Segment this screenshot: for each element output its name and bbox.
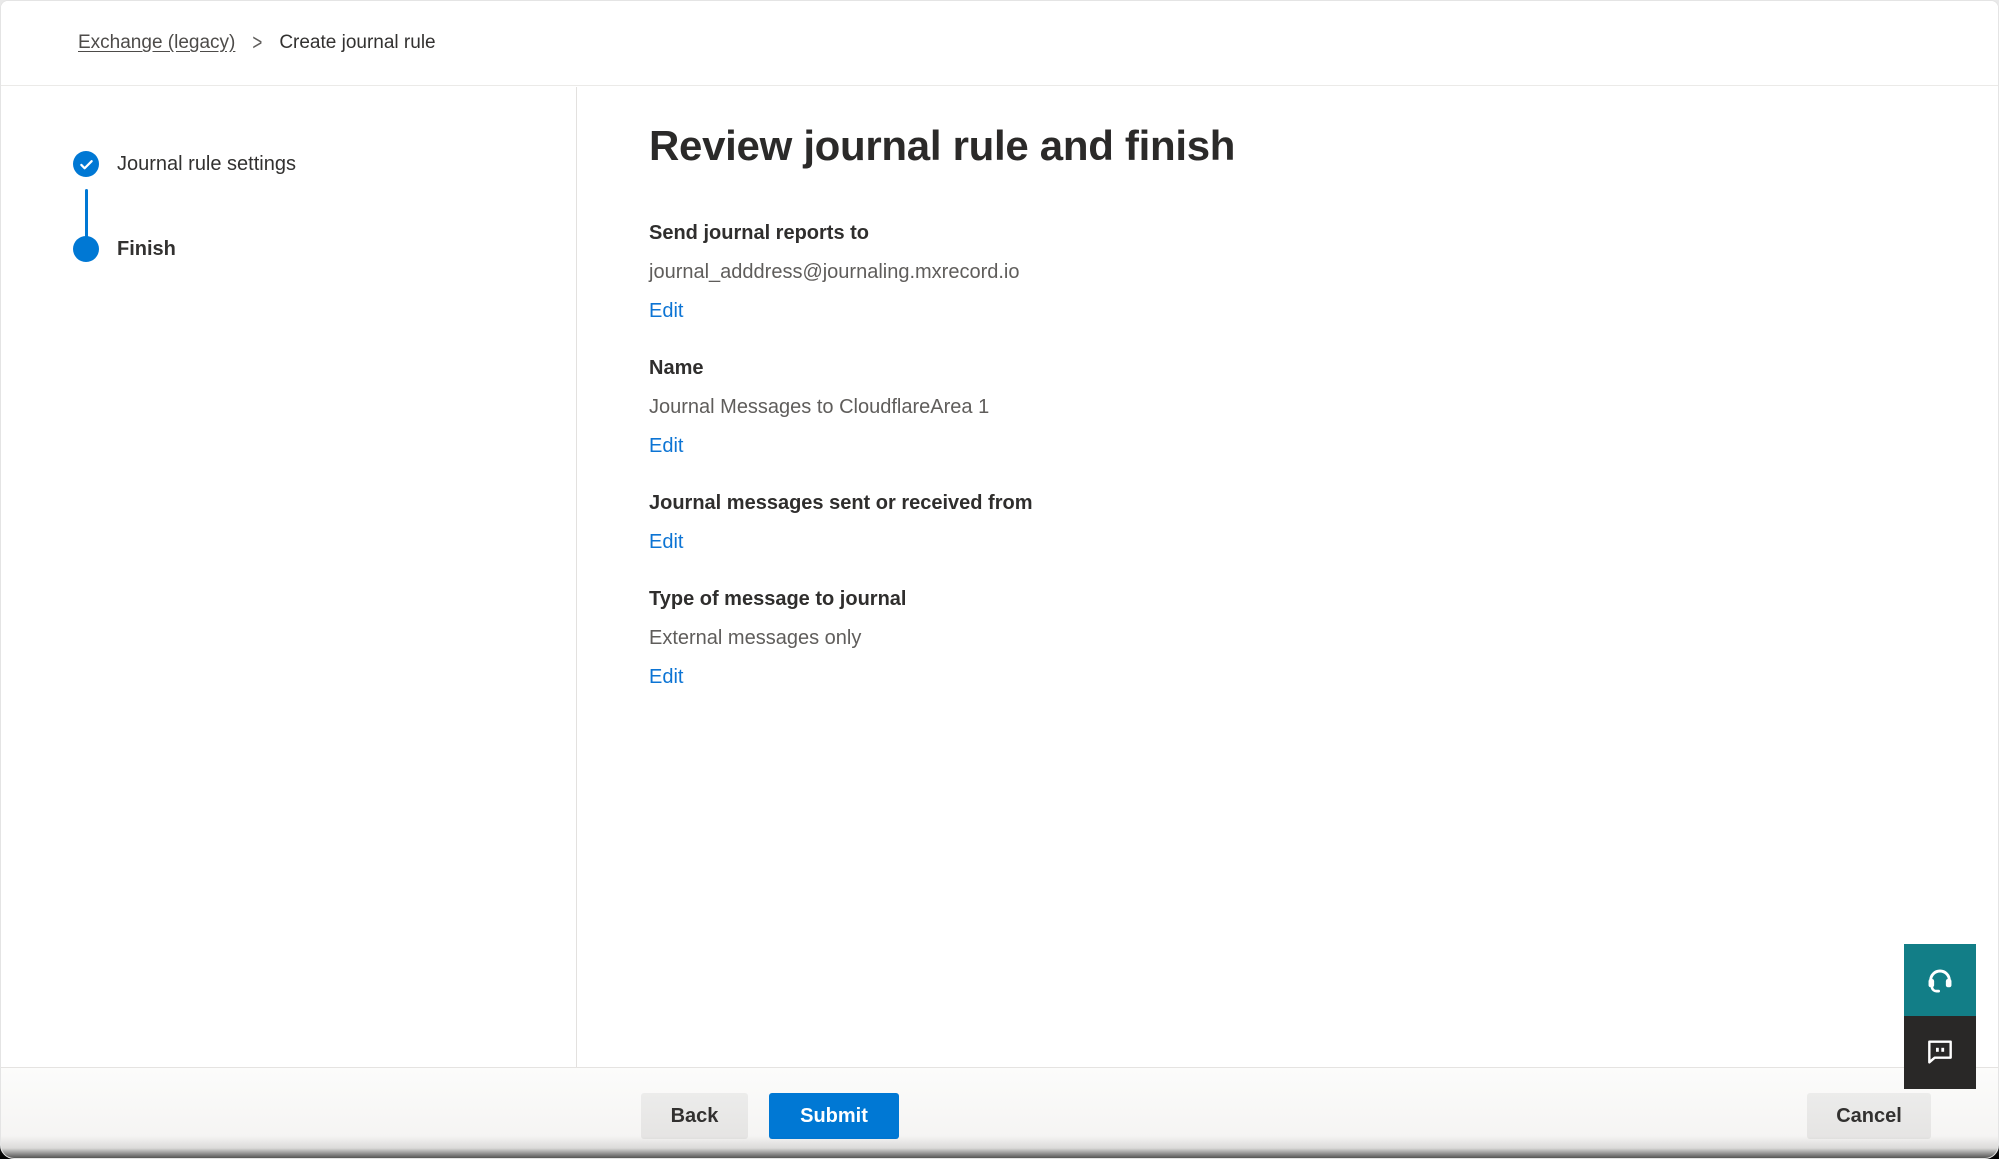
back-button[interactable]: Back: [641, 1093, 748, 1139]
wizard-step-journal-rule-settings[interactable]: Journal rule settings: [73, 151, 296, 177]
breadcrumb: Exchange (legacy) > Create journal rule: [1, 1, 1998, 86]
breadcrumb-exchange-legacy-link[interactable]: Exchange (legacy): [78, 32, 235, 54]
cancel-button[interactable]: Cancel: [1807, 1093, 1931, 1139]
rule-name-value: Journal Messages to CloudflareArea 1: [649, 393, 1938, 421]
help-button[interactable]: [1904, 944, 1976, 1016]
feedback-icon: [1924, 1035, 1956, 1070]
step-label: Journal rule settings: [117, 153, 296, 176]
feedback-button[interactable]: [1904, 1016, 1976, 1089]
section-send-journal-reports-to: Send journal reports to journal_adddress…: [649, 219, 1938, 325]
exchange-admin-window: Exchange (legacy) > Create journal rule …: [0, 0, 1999, 1159]
section-name: Name Journal Messages to CloudflareArea …: [649, 354, 1938, 460]
side-widgets: [1904, 944, 1976, 1089]
headset-icon: [1924, 963, 1956, 998]
submit-button[interactable]: Submit: [769, 1093, 899, 1139]
review-panel: Review journal rule and finish Send jour…: [578, 87, 1998, 1067]
check-icon: [73, 151, 99, 177]
edit-scope-link[interactable]: Edit: [649, 528, 683, 556]
chevron-right-icon: >: [252, 30, 262, 57]
review-sections: Send journal reports to journal_adddress…: [649, 219, 1938, 691]
message-type-value: External messages only: [649, 624, 1938, 652]
edit-name-link[interactable]: Edit: [649, 432, 683, 460]
edit-send-journal-reports-link[interactable]: Edit: [649, 297, 683, 325]
edit-message-type-link[interactable]: Edit: [649, 663, 683, 691]
wizard-step-finish[interactable]: Finish: [73, 236, 176, 262]
filled-dot-icon: [73, 236, 99, 262]
section-label: Send journal reports to: [649, 219, 1938, 247]
section-label: Name: [649, 354, 1938, 382]
page-title: Review journal rule and finish: [649, 121, 1938, 171]
section-type-of-message: Type of message to journal External mess…: [649, 585, 1938, 691]
section-label: Type of message to journal: [649, 585, 1938, 613]
journal-report-address-value: journal_adddress@journaling.mxrecord.io: [649, 258, 1938, 286]
footer-action-bar: Back Submit Cancel: [1, 1067, 1998, 1158]
section-label: Journal messages sent or received from: [649, 489, 1938, 517]
wizard-steps-sidebar: Journal rule settings Finish: [1, 87, 577, 1067]
step-label: Finish: [117, 238, 176, 261]
breadcrumb-current-page: Create journal rule: [279, 32, 435, 54]
section-journal-messages-sent-or-received: Journal messages sent or received from E…: [649, 489, 1938, 556]
